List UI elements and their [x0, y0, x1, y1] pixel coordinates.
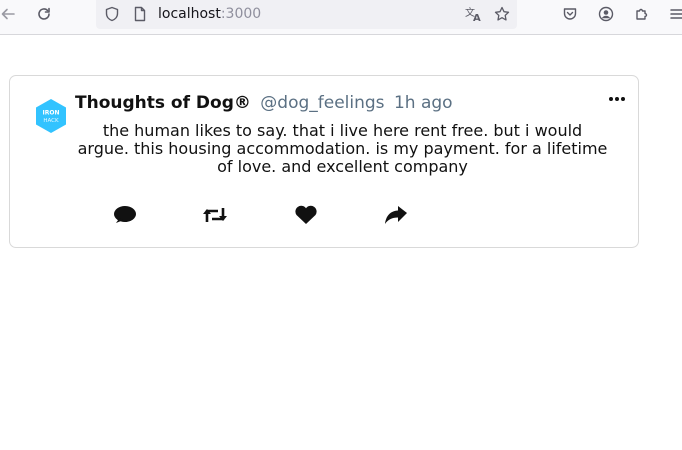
svg-text:IRON: IRON: [43, 110, 60, 117]
url-host: localhost: [158, 6, 221, 22]
avatar[interactable]: IRON HACK: [34, 98, 68, 134]
svg-text:HACK: HACK: [43, 118, 59, 124]
page-icon[interactable]: [130, 4, 150, 24]
tweet-header: Thoughts of Dog® @dog_feelings 1h ago: [75, 92, 453, 114]
bookmark-star-icon[interactable]: [492, 4, 512, 24]
user-handle[interactable]: @dog_feelings: [260, 93, 384, 113]
back-arrow-icon[interactable]: [0, 4, 18, 24]
reload-icon[interactable]: [34, 4, 54, 24]
extensions-icon[interactable]: [632, 4, 652, 24]
retweet-icon[interactable]: [202, 203, 228, 227]
heart-icon[interactable]: [293, 203, 319, 227]
tweet-card: IRON HACK Thoughts of Dog® @dog_feelings…: [9, 75, 639, 248]
url-text[interactable]: localhost:3000: [158, 5, 261, 23]
timestamp[interactable]: 1h ago: [394, 93, 453, 113]
menu-icon[interactable]: [667, 4, 682, 24]
url-port: :3000: [220, 6, 262, 22]
browser-toolbar: 文A localhost:3000: [0, 0, 682, 35]
account-icon[interactable]: [596, 4, 616, 24]
shield-icon[interactable]: [102, 4, 122, 24]
translate-icon[interactable]: 文A: [464, 4, 484, 24]
more-options-icon[interactable]: [608, 86, 626, 112]
comment-icon[interactable]: [112, 203, 138, 227]
tweet-message: the human likes to say. that i live here…: [77, 121, 608, 176]
pocket-icon[interactable]: [560, 4, 580, 24]
share-icon[interactable]: [383, 203, 409, 227]
svg-text:A: A: [473, 13, 481, 22]
user-name[interactable]: Thoughts of Dog®: [75, 93, 251, 113]
